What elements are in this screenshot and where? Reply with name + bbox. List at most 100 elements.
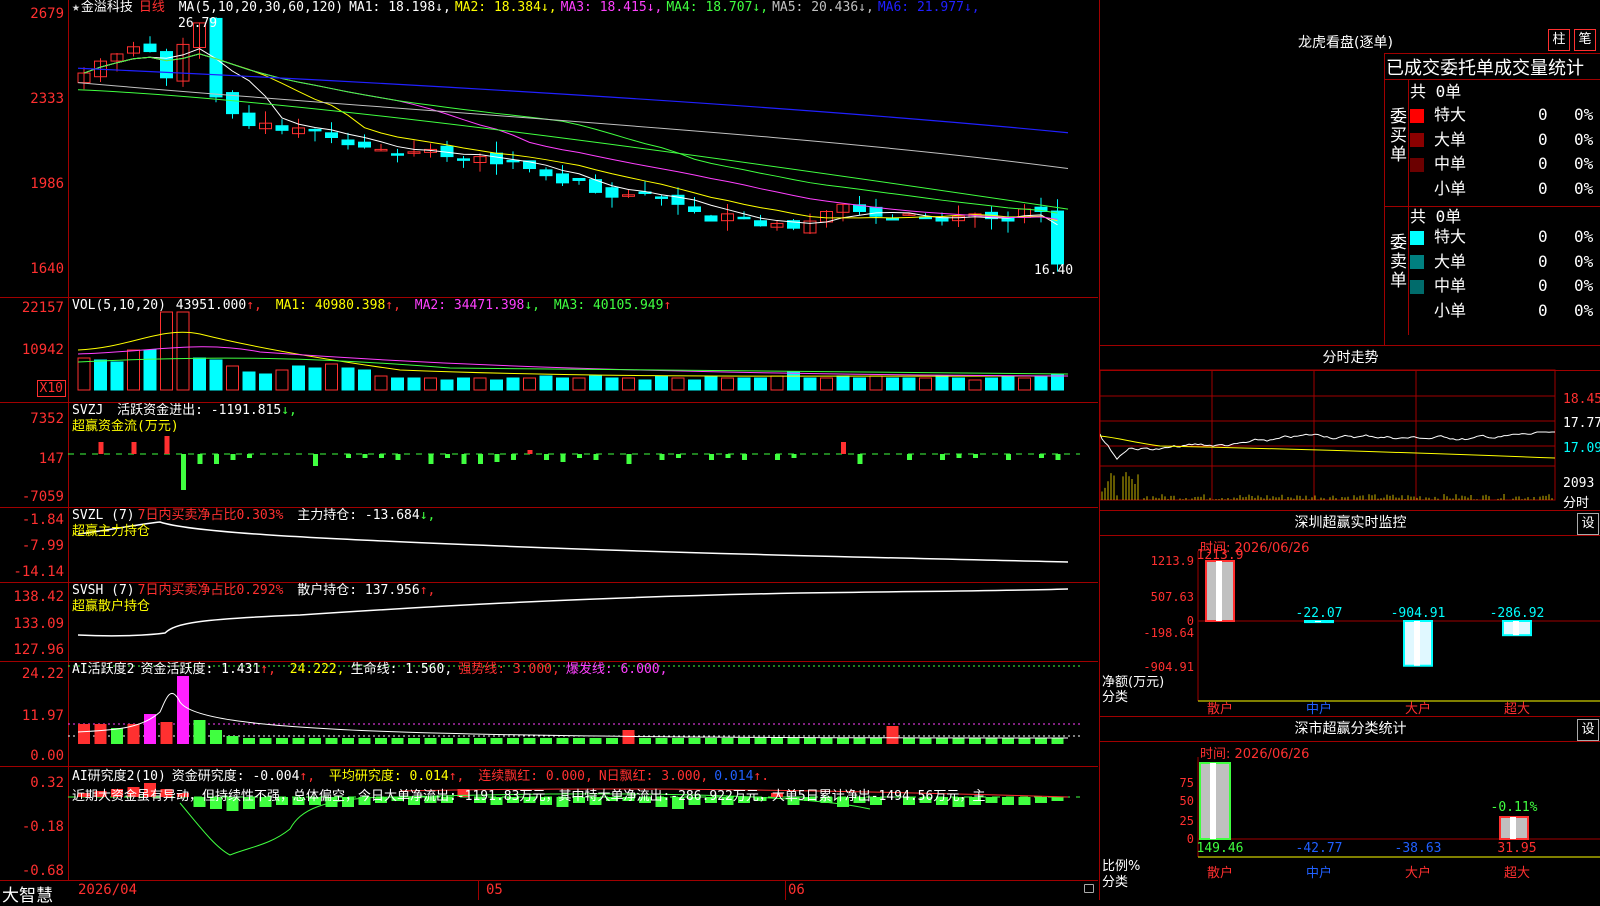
svsh-arrow: ↑, bbox=[419, 583, 436, 598]
volume-bar bbox=[325, 363, 338, 391]
svzj-pane[interactable]: 7352 147 -7059 SVZJ 活跃资金进出: -1191.815↓, … bbox=[0, 403, 1098, 508]
legend-swatch bbox=[1410, 108, 1424, 123]
vol-ma1: 40980.398 bbox=[314, 298, 386, 313]
activity-bar bbox=[936, 738, 948, 744]
period-label[interactable]: 日线 bbox=[139, 0, 165, 15]
svzl-pane[interactable]: -1.84 -7.99 -14.14 SVZL (7) 7日内买卖净占比0.303… bbox=[0, 508, 1098, 583]
candle-body bbox=[490, 152, 503, 165]
flow-bar bbox=[395, 454, 401, 460]
candle-body bbox=[886, 217, 899, 221]
activity-bar bbox=[226, 736, 239, 744]
ma-line bbox=[83, 53, 1058, 214]
flow-bar bbox=[544, 454, 549, 460]
y-tick: 25 bbox=[1180, 814, 1194, 828]
order-row: 特大 0 0% bbox=[1410, 225, 1593, 249]
y-tick: 17.77 bbox=[1563, 416, 1600, 431]
flow-bar bbox=[577, 454, 582, 458]
ai-research-label: AI研究度2(10) bbox=[72, 769, 166, 784]
sell-label: 委卖单 bbox=[1390, 233, 1407, 291]
order-row: 特大 0 0% bbox=[1410, 103, 1593, 127]
y-tick: 507.63 bbox=[1151, 590, 1194, 604]
flow-bar bbox=[659, 454, 665, 460]
lock-icon[interactable] bbox=[1084, 884, 1094, 893]
activity-bar bbox=[622, 730, 635, 744]
y-tick: 17.09 bbox=[1563, 441, 1600, 456]
order-row: 大单 0 0% bbox=[1410, 250, 1593, 274]
ai-research-pane[interactable]: 0.32 -0.18 -0.68 AI研究度2(10) 资金研究度: -0.004… bbox=[0, 767, 1098, 881]
volume-bar bbox=[127, 349, 140, 391]
flow-bar bbox=[775, 454, 780, 460]
legend-swatch bbox=[1410, 255, 1424, 269]
bar-value: -38.63 bbox=[1395, 841, 1442, 856]
candle-body bbox=[655, 196, 668, 199]
candle-body bbox=[242, 112, 256, 127]
activity-bar bbox=[540, 738, 552, 744]
intraday-panel[interactable]: 分时走势 18.45 17.77 17.09 2093 分时 bbox=[1100, 346, 1600, 511]
order-row: 大单 0 0% bbox=[1410, 128, 1593, 152]
volume-bar bbox=[622, 377, 635, 391]
activity-bar bbox=[325, 738, 338, 744]
activity-bar bbox=[507, 738, 519, 744]
svsh-pane[interactable]: 138.42 133.09 127.96 SVSH (7) 7日内买卖净占比0.2… bbox=[0, 583, 1098, 662]
flow-bar bbox=[214, 454, 219, 464]
volume-bar bbox=[391, 377, 404, 391]
favorite-star-icon[interactable]: ★ bbox=[72, 0, 80, 15]
bar-highlight bbox=[1513, 621, 1519, 636]
activity-bar bbox=[358, 738, 371, 744]
flow-bar bbox=[857, 454, 863, 464]
sz-classify-panel[interactable]: 深市超赢分类统计 设 时间: 2026/06/26 75 50 25 0 -0.11% 1… bbox=[1100, 717, 1600, 900]
order-count: 0 bbox=[1538, 251, 1548, 271]
activity-bar bbox=[754, 738, 767, 744]
candle-body bbox=[605, 187, 619, 198]
flow-bar bbox=[560, 454, 566, 462]
monitor-bar bbox=[1205, 560, 1235, 622]
volume-bar bbox=[572, 377, 586, 391]
ai-active-pane[interactable]: 24.22 11.97 0.00 AI活跃度2 资金活跃度: 1.431↑, 24… bbox=[0, 662, 1098, 767]
ai-research-t3: 连续飘红: 0.000, bbox=[478, 769, 593, 784]
order-row: 小单 0 0% bbox=[1410, 177, 1593, 201]
order-pct: 0% bbox=[1574, 105, 1594, 124]
flow-bar bbox=[907, 454, 912, 460]
bar-view-button[interactable]: 柱 bbox=[1548, 29, 1570, 51]
flow-bar bbox=[98, 442, 104, 454]
volume-bar bbox=[605, 377, 619, 391]
category-label: 散户 bbox=[1207, 865, 1233, 881]
volume-bar bbox=[754, 377, 767, 391]
monitor-bar bbox=[1304, 620, 1334, 624]
tick-view-button[interactable]: 笔 bbox=[1574, 29, 1596, 51]
sz-monitor-panel[interactable]: 深圳超赢实时监控 设 时间: 2026/06/26 1213.9 507.63 0-… bbox=[1100, 511, 1600, 717]
candle-body bbox=[275, 125, 289, 131]
activity-bar bbox=[705, 738, 717, 744]
activity-bar bbox=[490, 738, 503, 744]
volume-bar bbox=[341, 367, 355, 391]
flow-bar bbox=[626, 454, 632, 464]
y-tick: -198.64 bbox=[1143, 626, 1194, 640]
activity-bar bbox=[457, 738, 470, 744]
order-count: 0 bbox=[1538, 300, 1548, 320]
flow-bar bbox=[973, 454, 978, 458]
vol-label: 分时 bbox=[1563, 496, 1590, 511]
candle-body bbox=[308, 128, 322, 132]
ai-active-label: AI活跃度2 bbox=[72, 662, 135, 677]
svsh-value: 散户持仓: 137.956 bbox=[297, 583, 420, 598]
ma-value-ma5: MA5: 20.436↓, bbox=[772, 0, 874, 15]
kline-pane[interactable]: 2679 2333 1986 1640 ★金溢科技 日线 MA(5,10,20,3… bbox=[0, 0, 1098, 298]
bar-value: -286.92 bbox=[1490, 606, 1545, 621]
volume-bar bbox=[886, 377, 899, 391]
flow-bar bbox=[791, 454, 797, 458]
order-pct: 0% bbox=[1574, 178, 1594, 198]
activity-bar bbox=[441, 738, 453, 744]
brand-logo: 大智慧 bbox=[2, 886, 53, 906]
order-count: 0 bbox=[1538, 129, 1548, 149]
volume-bar bbox=[836, 375, 850, 391]
activity-bar bbox=[919, 738, 932, 744]
activity-bar bbox=[952, 738, 965, 744]
y-tick: 1213.9 bbox=[1151, 554, 1194, 568]
month-label: 06 bbox=[788, 882, 805, 898]
volume-pane[interactable]: 22157 10942 X10 VOL(5,10,20) 43951.000↑,… bbox=[0, 298, 1098, 403]
svzj-subtitle: 超赢资金流(万元) bbox=[72, 419, 179, 434]
volume-bar bbox=[1018, 377, 1031, 391]
svzj-arrow: ↓, bbox=[281, 403, 297, 418]
volume-bar bbox=[209, 359, 223, 391]
order-count: 0 bbox=[1538, 154, 1548, 173]
